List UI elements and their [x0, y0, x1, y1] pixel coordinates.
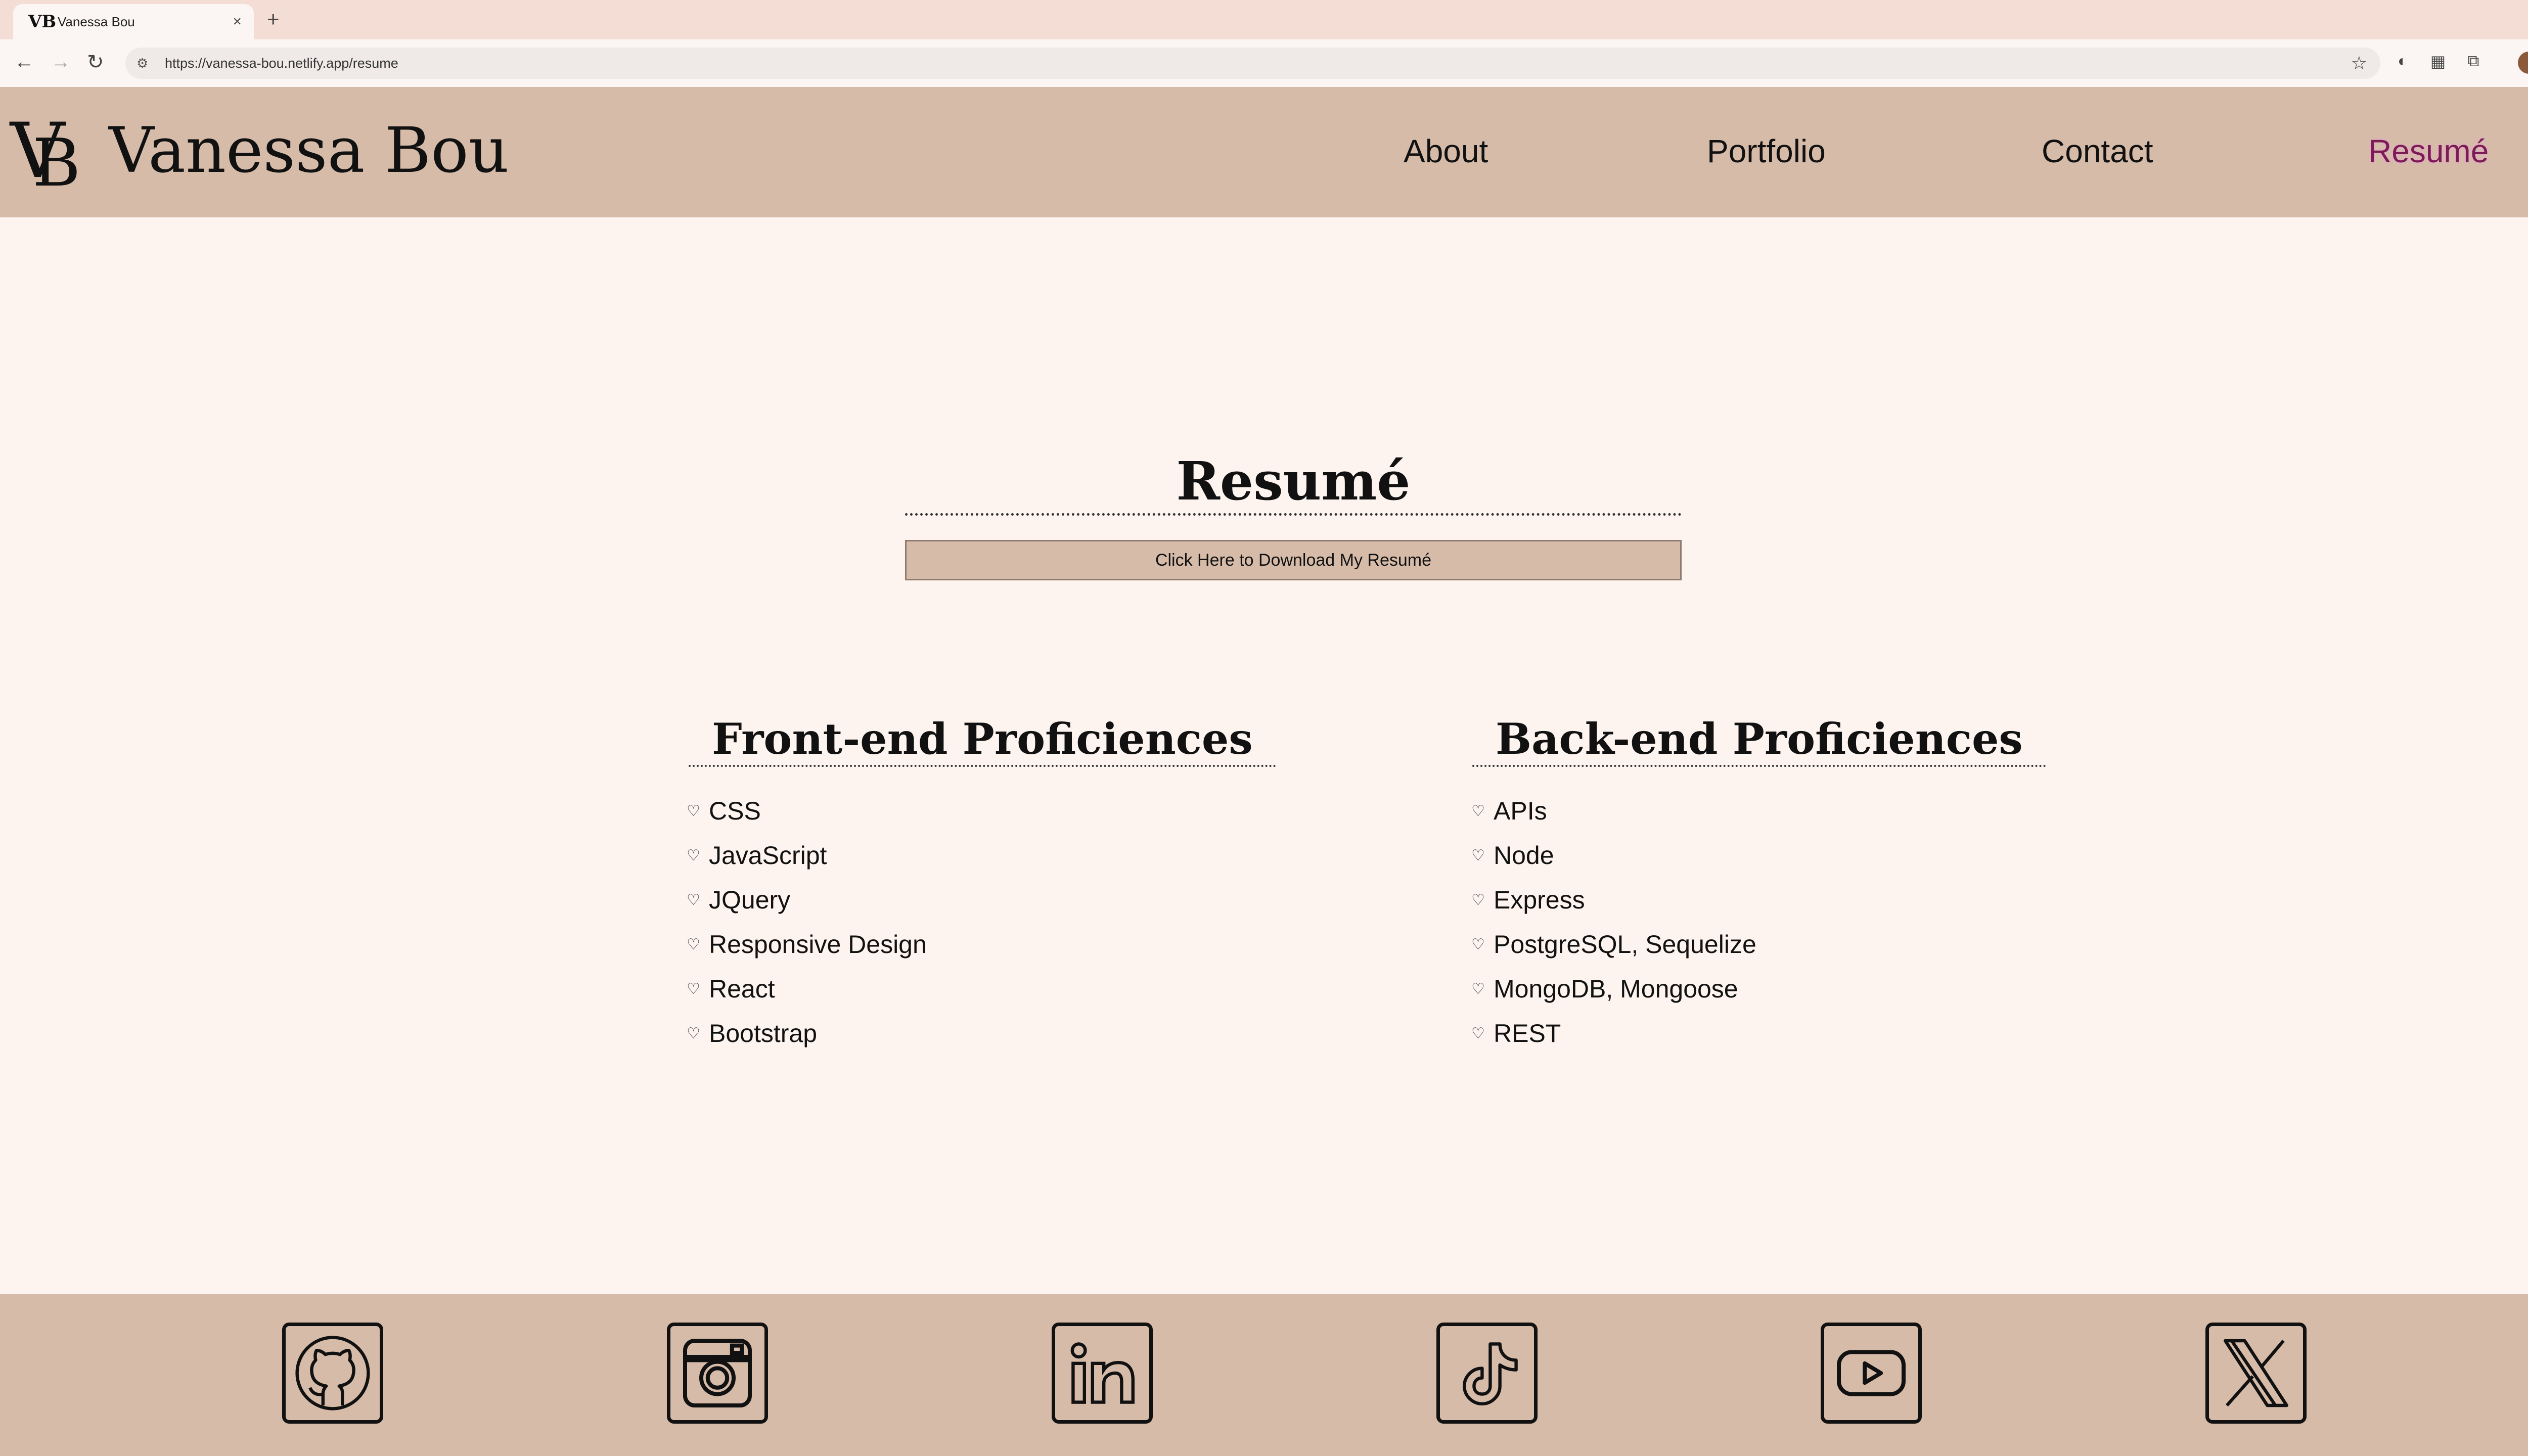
list-item: ♡ Express [1471, 878, 1756, 922]
linkedin-link[interactable] [1052, 1323, 1153, 1424]
frontend-skill-list: ♡ CSS ♡ JavaScript ♡ JQuery ♡ Responsive Des… [687, 789, 927, 1056]
tab-close-icon[interactable]: × [233, 13, 242, 30]
address-bar[interactable]: ⚙ https://vanessa-bou.netlify.app/resume… [125, 48, 2380, 79]
skill-label: APIs [1494, 797, 1547, 825]
youtube-icon [1837, 1350, 1906, 1396]
x-link[interactable] [2205, 1323, 2307, 1424]
site-footer [0, 1294, 2528, 1456]
github-icon [295, 1336, 370, 1410]
extensions-puzzle-icon[interactable]: ⧉ [2462, 52, 2485, 74]
list-item: ♡ PostgreSQL, Sequelize [1471, 922, 1756, 967]
backend-skill-list: ♡ APIs ♡ Node ♡ Express ♡ PostgreSQL, Sequel… [1471, 789, 1756, 1056]
back-icon[interactable]: ← [14, 51, 34, 73]
list-item: ♡ MongoDB, Mongoose [1471, 967, 1756, 1011]
github-link[interactable] [282, 1323, 383, 1424]
extension-icon[interactable]: ▦ [2427, 52, 2449, 74]
skill-label: Node [1494, 841, 1554, 870]
list-item: ♡ React [687, 967, 927, 1011]
page-title: Resumé [905, 450, 1682, 516]
browser-toolbar: ← → ↻ ⚙ https://vanessa-bou.netlify.app/… [0, 39, 2528, 87]
logo-b: B [32, 124, 81, 201]
browser-tab[interactable]: VB Vanessa Bou × [13, 4, 254, 39]
reload-icon[interactable]: ↻ [87, 51, 104, 74]
instagram-icon [683, 1339, 752, 1407]
new-tab-button[interactable]: + [267, 7, 280, 31]
tiktok-link[interactable] [1436, 1323, 1538, 1424]
heart-icon: ♡ [1471, 847, 1485, 864]
heart-icon: ♡ [687, 802, 700, 820]
linkedin-icon [1070, 1342, 1135, 1404]
url-text[interactable]: https://vanessa-bou.netlify.app/resume [165, 56, 2351, 71]
heart-icon: ♡ [687, 847, 700, 864]
skill-label: REST [1494, 1019, 1561, 1048]
skill-label: Bootstrap [709, 1019, 818, 1048]
x-icon [2224, 1339, 2288, 1407]
skill-label: PostgreSQL, Sequelize [1494, 930, 1756, 959]
youtube-link[interactable] [1821, 1323, 1922, 1424]
skill-label: JQuery [709, 886, 791, 914]
heart-icon: ♡ [687, 1025, 700, 1042]
bookmark-star-icon[interactable]: ☆ [2351, 53, 2367, 74]
heart-icon: ♡ [1471, 980, 1485, 997]
heart-icon: ♡ [1471, 936, 1485, 953]
download-resume-button[interactable]: Click Here to Download My Resumé [905, 540, 1682, 580]
backend-heading: Back-end Proficiences [1472, 714, 2046, 767]
skill-label: React [709, 975, 775, 1003]
heart-icon: ♡ [687, 980, 700, 997]
skill-label: Responsive Design [709, 930, 927, 959]
heart-icon: ♡ [1471, 1025, 1485, 1042]
heart-icon: ♡ [1471, 802, 1485, 820]
extension-icon[interactable]: ◐ [2391, 52, 2414, 74]
heart-icon: ♡ [687, 936, 700, 953]
tiktok-icon [1463, 1342, 1518, 1405]
list-item: ♡ Bootstrap [687, 1011, 927, 1056]
skill-label: JavaScript [709, 841, 827, 870]
vb-logo[interactable]: V B [10, 107, 91, 201]
list-item: ♡ Responsive Design [687, 922, 927, 967]
list-item: ♡ REST [1471, 1011, 1756, 1056]
nav-about[interactable]: About [1404, 132, 1488, 170]
site-brand-name[interactable]: Vanessa Bou [109, 114, 509, 187]
nav-contact[interactable]: Contact [2042, 132, 2153, 170]
nav-portfolio[interactable]: Portfolio [1707, 132, 1826, 170]
skill-label: MongoDB, Mongoose [1494, 975, 1738, 1003]
tab-favicon-icon: VB [28, 12, 57, 32]
forward-icon[interactable]: → [51, 51, 71, 73]
list-item: ♡ JQuery [687, 878, 927, 922]
site-info-icon[interactable]: ⚙ [137, 56, 157, 71]
skill-label: CSS [709, 797, 761, 825]
list-item: ♡ Node [1471, 833, 1756, 878]
browser-tab-bar: VB Vanessa Bou × + ⌄ [0, 0, 2528, 39]
heart-icon: ♡ [1471, 891, 1485, 908]
instagram-link[interactable] [667, 1323, 768, 1424]
heart-icon: ♡ [687, 891, 700, 908]
site-header: V B Vanessa Bou About Portfolio Contact … [0, 87, 2528, 217]
nav-resume[interactable]: Resumé [2368, 132, 2489, 170]
list-item: ♡ APIs [1471, 789, 1756, 833]
list-item: ♡ JavaScript [687, 833, 927, 878]
tab-title: Vanessa Bou [58, 14, 135, 29]
skill-label: Express [1494, 886, 1585, 914]
list-item: ♡ CSS [687, 789, 927, 833]
frontend-heading: Front-end Proficiences [689, 714, 1276, 767]
